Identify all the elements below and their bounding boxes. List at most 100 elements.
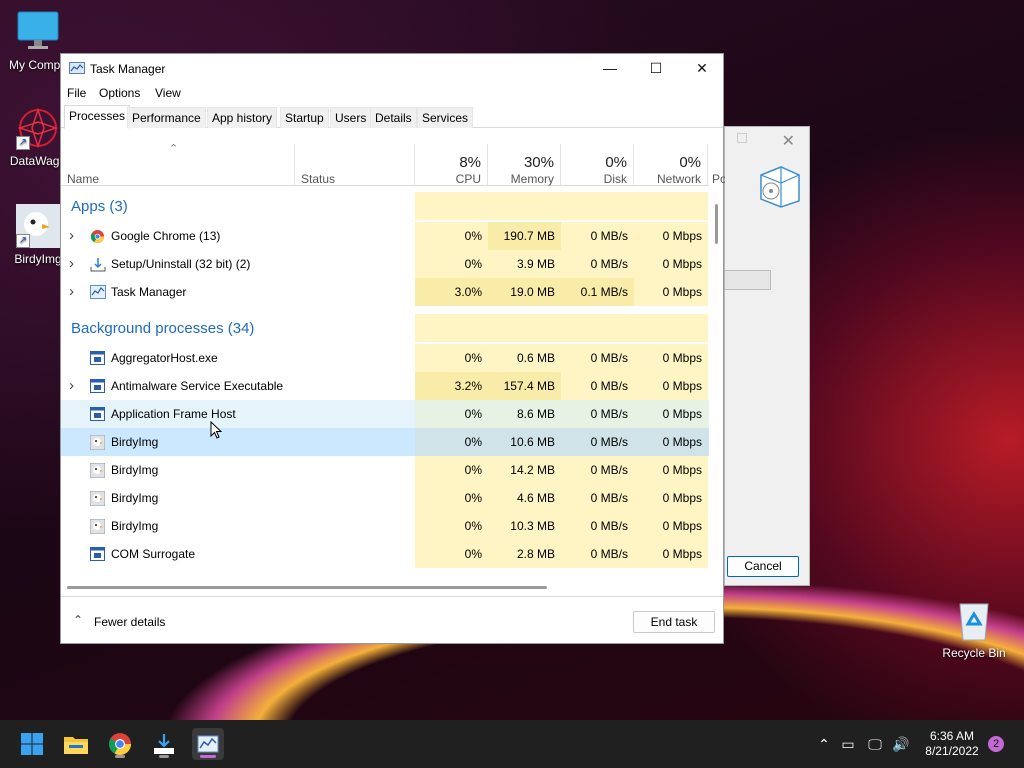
cell-cpu: 0% xyxy=(415,540,488,568)
cell-disk: 0 MB/s xyxy=(561,540,634,568)
menu-bar: File Options View xyxy=(61,82,723,104)
column-memory[interactable]: 30% Memory xyxy=(488,144,561,186)
clock[interactable]: 6:36 AM 8/21/2022 xyxy=(916,729,988,759)
taskbar: ⌃ ▭ 🖵 🔊 6:36 AM 8/21/2022 xyxy=(0,720,1024,768)
table-row[interactable]: BirdyImg 0% 14.2 MB 0 MB/s 0 Mbps xyxy=(61,456,709,484)
minimize-button[interactable]: — xyxy=(587,54,633,82)
cell-network: 0 Mbps xyxy=(634,372,708,400)
column-name-label: Name xyxy=(67,172,100,186)
column-power[interactable]: Po xyxy=(708,144,725,186)
cell-memory: 10.3 MB xyxy=(488,512,561,540)
cell-cpu: 0% xyxy=(415,456,488,484)
horizontal-scrollbar[interactable] xyxy=(67,586,547,589)
task-manager-icon xyxy=(90,285,106,299)
table-row[interactable]: › Task Manager 3.0% 19.0 MB 0.1 MB/s 0 Mbps xyxy=(61,278,709,306)
cell-disk: 0 MB/s xyxy=(561,344,634,372)
menu-view[interactable]: View xyxy=(155,86,181,100)
cell-memory: 157.4 MB xyxy=(488,372,561,400)
memory-total: 30% xyxy=(523,154,554,171)
column-network-label: Network xyxy=(656,172,701,186)
network-icon[interactable]: 🖵 xyxy=(864,720,886,768)
table-row[interactable]: › Antimalware Service Executable 3.2% 157.4… xyxy=(61,372,709,400)
process-name: BirdyImg xyxy=(111,463,159,477)
cell-disk: 0 MB/s xyxy=(561,512,634,540)
tab-startup[interactable]: Startup xyxy=(280,107,329,128)
table-row[interactable]: BirdyImg 0% 10.3 MB 0 MB/s 0 Mbps xyxy=(61,512,709,540)
cell-cpu: 0% xyxy=(415,428,488,456)
birdyimg-icon xyxy=(89,434,106,451)
menu-file[interactable]: File xyxy=(67,86,86,100)
close-button[interactable]: ✕ xyxy=(679,54,725,82)
cell-cpu: 0% xyxy=(415,344,488,372)
tab-details[interactable]: Details xyxy=(370,107,417,128)
taskbar-task-manager[interactable] xyxy=(192,728,224,760)
cell-network: 0 Mbps xyxy=(634,278,708,306)
desktop-icon-label: Recycle Bin xyxy=(942,646,1006,660)
sort-up-icon: ⌃ xyxy=(169,144,179,155)
taskbar-setup[interactable] xyxy=(148,728,180,760)
start-button[interactable] xyxy=(16,728,48,760)
cell-network: 0 Mbps xyxy=(634,222,708,250)
tab-app-history[interactable]: App history xyxy=(207,107,278,128)
tab-services[interactable]: Services xyxy=(417,107,474,128)
process-name: Antimalware Service Executable xyxy=(111,379,284,393)
cell-memory: 190.7 MB xyxy=(488,222,561,250)
cell-disk: 0 MB/s xyxy=(561,428,634,456)
cell-cpu: 0% xyxy=(415,250,488,278)
expand-chevron-icon[interactable]: › xyxy=(69,372,74,400)
show-hidden-icons-button[interactable]: ⌃ xyxy=(814,720,834,768)
process-icon xyxy=(90,351,105,365)
table-row[interactable]: BirdyImg 0% 4.6 MB 0 MB/s 0 Mbps xyxy=(61,484,709,512)
column-disk[interactable]: 0% Disk xyxy=(561,144,634,186)
tab-users[interactable]: Users xyxy=(330,107,372,128)
taskbar-file-explorer[interactable] xyxy=(60,728,92,760)
tablet-icon[interactable]: ▭ xyxy=(838,720,858,768)
column-name[interactable]: ⌃ Name xyxy=(61,144,295,186)
close-icon[interactable]: ✕ xyxy=(782,131,795,151)
minimize-icon: — xyxy=(603,60,617,76)
maximize-icon: ☐ xyxy=(649,60,663,76)
cell-memory: 3.9 MB xyxy=(488,250,561,278)
table-row[interactable]: › Google Chrome (13) 0% 190.7 MB 0 MB/s 0 Mbp… xyxy=(61,222,709,250)
table-row[interactable]: Application Frame Host 0% 8.6 MB 0 MB/s 0 Mb… xyxy=(61,400,709,428)
column-network[interactable]: 0% Network xyxy=(634,144,708,186)
notification-badge[interactable]: 2 xyxy=(988,736,1004,752)
end-task-button[interactable]: End task xyxy=(633,611,715,633)
tab-processes[interactable]: Processes xyxy=(64,105,131,129)
monitor-icon xyxy=(16,10,60,54)
process-name: Setup/Uninstall (32 bit) (2) xyxy=(111,257,251,271)
menu-options[interactable]: Options xyxy=(99,86,140,100)
volume-icon[interactable]: 🔊 xyxy=(890,720,912,768)
vertical-scrollbar[interactable] xyxy=(715,204,718,244)
cell-network: 0 Mbps xyxy=(634,456,708,484)
maximize-button[interactable]: ☐ xyxy=(633,54,679,82)
maximize-button[interactable] xyxy=(737,133,747,143)
title-bar[interactable]: Task Manager — ☐ ✕ xyxy=(61,54,723,82)
expand-chevron-icon[interactable]: › xyxy=(69,222,74,250)
fewer-details-button[interactable]: Fewer details xyxy=(94,615,165,629)
table-row[interactable]: COM Surrogate 0% 2.8 MB 0 MB/s 0 Mbps xyxy=(61,540,709,568)
group-row-apps[interactable]: Apps (3) xyxy=(61,192,709,220)
table-row[interactable]: › Setup/Uninstall (32 bit) (2) 0% 3.9 MB 0 M… xyxy=(61,250,709,278)
cell-memory: 10.6 MB xyxy=(488,428,561,456)
desktop-icon-recycle-bin[interactable]: Recycle Bin xyxy=(936,598,1012,660)
expand-chevron-icon[interactable]: › xyxy=(69,250,74,278)
cancel-button[interactable]: Cancel xyxy=(727,556,799,577)
column-status[interactable]: Status xyxy=(295,144,415,186)
setup-icon xyxy=(90,257,106,272)
group-row-background[interactable]: Background processes (34) xyxy=(61,314,709,342)
process-table: ⌃ Name Status 8% CPU 30% Memory 0% Disk … xyxy=(61,144,725,580)
process-icon xyxy=(90,407,105,421)
column-disk-label: Disk xyxy=(603,172,627,186)
cell-disk: 0 MB/s xyxy=(561,372,634,400)
column-cpu[interactable]: 8% CPU xyxy=(415,144,488,186)
tab-performance[interactable]: Performance xyxy=(127,107,206,128)
cell-memory: 8.6 MB xyxy=(488,400,561,428)
mouse-cursor-icon xyxy=(210,421,222,439)
table-row[interactable]: BirdyImg 0% 10.6 MB 0 MB/s 0 Mbps xyxy=(61,428,709,456)
table-row[interactable]: AggregatorHost.exe 0% 0.6 MB 0 MB/s 0 Mbps xyxy=(61,344,709,372)
taskbar-chrome[interactable] xyxy=(104,728,136,760)
cell-network: 0 Mbps xyxy=(634,540,708,568)
birdyimg-app-icon: ↗ xyxy=(16,204,60,248)
expand-chevron-icon[interactable]: › xyxy=(69,278,74,306)
